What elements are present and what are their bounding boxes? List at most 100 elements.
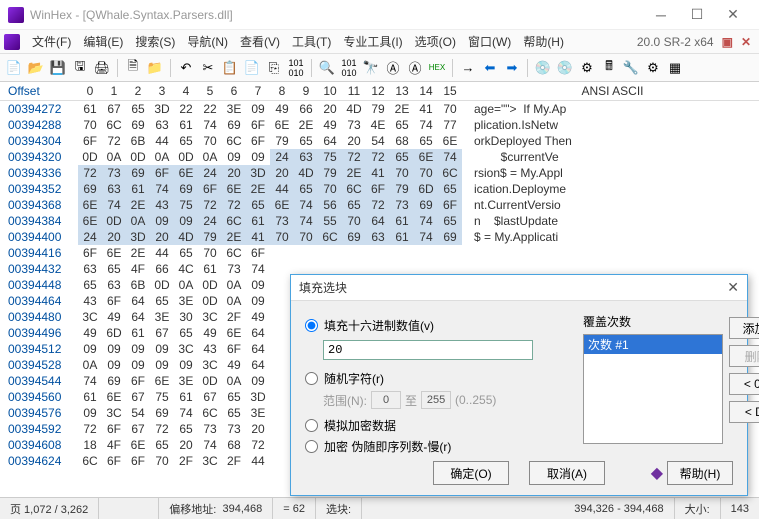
menu-help[interactable]: 帮助(H) <box>517 31 570 52</box>
hex-icon[interactable]: HEX <box>427 58 447 78</box>
offset-cell: 00394480 <box>0 309 78 325</box>
save-icon[interactable]: 💾 <box>48 58 68 78</box>
ok-button[interactable]: 确定(O) <box>433 461 509 485</box>
hex-row[interactable]: 003943200D0A0D0A0D0A09092463757272656E74… <box>0 149 759 165</box>
bytes-cell[interactable]: 24203D204D792E4170706C6963617469 <box>78 229 466 245</box>
offset-cell: 00394560 <box>0 389 78 405</box>
findnext-icon[interactable]: Ⓐ <box>405 58 425 78</box>
add-button[interactable]: 添加(d) <box>729 317 759 339</box>
label-simulate: 模拟加密数据 <box>324 417 396 434</box>
help-button[interactable]: 帮助(H) <box>667 461 733 485</box>
pass-item-1[interactable]: 次数 #1 <box>584 335 722 354</box>
folder-icon[interactable]: 📁 <box>145 58 165 78</box>
label-hex: 填充十六进制数值(v) <box>324 317 434 334</box>
cancel-button[interactable]: 取消(A) <box>529 461 605 485</box>
menu-search[interactable]: 搜索(S) <box>129 31 181 52</box>
hex-row[interactable]: 003944166F6E2E4465706C6F <box>0 245 759 261</box>
bytes-cell[interactable]: 6F6E2E4465706C6F <box>78 245 466 261</box>
hex-row[interactable]: 00394288706C69636174696F6E2E49734E657477… <box>0 117 759 133</box>
ascii-cell <box>466 245 759 261</box>
hex-row[interactable]: 0039435269636174696F6E2E4465706C6F796D65… <box>0 181 759 197</box>
bytes-cell[interactable]: 7273696F6E24203D204D792E4170706C <box>78 165 466 181</box>
binoculars-icon[interactable]: 🔭 <box>361 58 381 78</box>
ram-icon[interactable]: ▦ <box>665 58 685 78</box>
toolbar: 📄 📂 💾 🖫 🖨 🗎 📁 ↶ ✂ 📋 📄 ⎘ 101010 🔍 101010 … <box>0 54 759 82</box>
range-to-input[interactable] <box>421 391 451 409</box>
menu-nav[interactable]: 导航(N) <box>181 31 234 52</box>
cut-icon[interactable]: ✂ <box>198 58 218 78</box>
copyhex-icon[interactable]: ⎘ <box>264 58 284 78</box>
new-icon[interactable]: 📄 <box>4 58 24 78</box>
bytes-cell[interactable]: 69636174696F6E2E4465706C6F796D65 <box>78 181 466 197</box>
close-button[interactable]: ✕ <box>715 3 751 27</box>
radio-encrypt[interactable] <box>305 440 318 453</box>
bytes-cell[interactable]: 0D0A0D0A0D0A09092463757272656E74 <box>78 149 466 165</box>
delete-button: 删除(l) <box>729 345 759 367</box>
maximize-button[interactable]: ☐ <box>679 3 715 27</box>
radio-simulate[interactable] <box>305 419 318 432</box>
fwd-icon[interactable]: ➡ <box>502 58 522 78</box>
hex-row[interactable]: 003943046F726B4465706C6F796564205468656E… <box>0 133 759 149</box>
offset-cell: 00394576 <box>0 405 78 421</box>
findhex-icon[interactable]: 101010 <box>339 58 359 78</box>
menu-view[interactable]: 查看(V) <box>234 31 286 52</box>
tab-close-icon[interactable]: ▣ <box>718 35 737 49</box>
find-icon[interactable]: 🔍 <box>317 58 337 78</box>
range-hint: (0..255) <box>455 393 496 407</box>
0x00-button[interactable]: < 0x00 <box>729 373 759 395</box>
hex-value-input[interactable] <box>323 340 533 360</box>
menu-options[interactable]: 选项(O) <box>409 31 462 52</box>
ascii-cell: $ = My.Applicati <box>466 229 759 245</box>
disk3-icon[interactable]: ⚙ <box>577 58 597 78</box>
menu-edit[interactable]: 编辑(E) <box>77 31 129 52</box>
bytes-cell[interactable]: 6167653D22223E094966204D792E4170 <box>78 101 466 117</box>
minimize-button[interactable]: ─ <box>643 3 679 27</box>
doc-close-icon[interactable]: ✕ <box>737 35 755 49</box>
calc-icon[interactable]: 🖩 <box>599 58 619 78</box>
dod-button[interactable]: < DoD <box>729 401 759 423</box>
bytes-cell[interactable]: 6F726B4465706C6F796564205468656E <box>78 133 466 149</box>
status-eq: = 62 <box>273 498 316 519</box>
radio-random[interactable] <box>305 372 318 385</box>
opts-icon[interactable]: ⚙ <box>643 58 663 78</box>
range-from-input[interactable] <box>371 391 401 409</box>
findtext-icon[interactable]: Ⓐ <box>383 58 403 78</box>
menu-tools[interactable]: 工具(T) <box>286 31 337 52</box>
menu-window[interactable]: 窗口(W) <box>462 31 517 52</box>
saveas-icon[interactable]: 🖫 <box>70 58 90 78</box>
undo-icon[interactable]: ↶ <box>176 58 196 78</box>
dialog-title: 填充选块 <box>299 279 347 296</box>
back-icon[interactable]: ⬅ <box>480 58 500 78</box>
ascii-header: ANSI ASCII <box>466 84 759 98</box>
disk1-icon[interactable]: 💿 <box>533 58 553 78</box>
radio-hex[interactable] <box>305 319 318 332</box>
paste-icon[interactable]: 📄 <box>242 58 262 78</box>
goto-icon[interactable]: → <box>458 58 478 78</box>
open-icon[interactable]: 📂 <box>26 58 46 78</box>
offset-cell: 00394384 <box>0 213 78 229</box>
ascii-cell: orkDeployed Then <box>466 133 759 149</box>
prop-icon[interactable]: 🗎 <box>123 58 143 78</box>
passes-list[interactable]: 次数 #1 <box>583 334 723 444</box>
range-label: 范围(N): <box>323 392 367 409</box>
tools-icon[interactable]: 🔧 <box>621 58 641 78</box>
fill-block-dialog: 填充选块 ✕ 填充十六进制数值(v) 随机字符(r) 范围(N): 至 (0..… <box>290 274 748 496</box>
disk2-icon[interactable]: 💿 <box>555 58 575 78</box>
dialog-close-icon[interactable]: ✕ <box>727 279 739 296</box>
ascii-cell: plication.IsNetw <box>466 117 759 133</box>
offset-cell: 00394336 <box>0 165 78 181</box>
menu-file[interactable]: 文件(F) <box>26 31 77 52</box>
bits-icon[interactable]: 101010 <box>286 58 306 78</box>
hex-row[interactable]: 0039440024203D204D792E4170706C6963617469… <box>0 229 759 245</box>
bytes-cell[interactable]: 706C69636174696F6E2E49734E657477 <box>78 117 466 133</box>
hex-row[interactable]: 003943846E0D0A0909246C617374557064617465… <box>0 213 759 229</box>
bytes-cell[interactable]: 6E0D0A0909246C617374557064617465 <box>78 213 466 229</box>
menu-pro[interactable]: 专业工具(I) <box>337 31 408 52</box>
copy-icon[interactable]: 📋 <box>220 58 240 78</box>
hex-row[interactable]: 003943686E742E43757272656E7456657273696F… <box>0 197 759 213</box>
hex-row[interactable]: 003943367273696F6E24203D204D792E4170706C… <box>0 165 759 181</box>
hex-row[interactable]: 003942726167653D22223E094966204D792E4170… <box>0 101 759 117</box>
bytes-cell[interactable]: 6E742E43757272656E7456657273696F <box>78 197 466 213</box>
offset-cell: 00394416 <box>0 245 78 261</box>
print-icon[interactable]: 🖨 <box>92 58 112 78</box>
